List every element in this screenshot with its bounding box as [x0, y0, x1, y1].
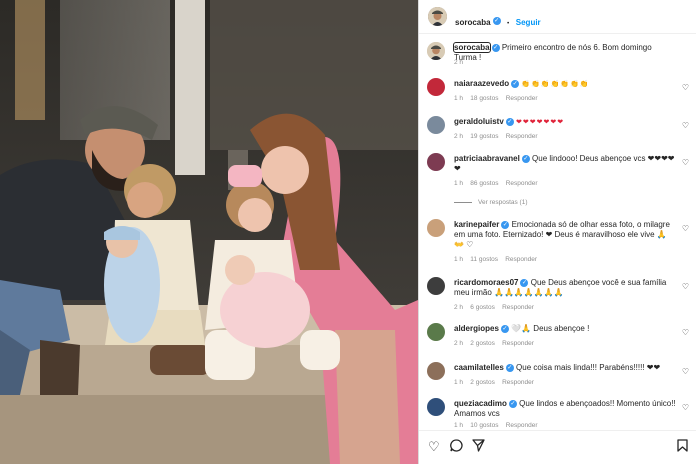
comment-likes[interactable]: 11 gostos — [470, 256, 498, 263]
verified-badge-icon: ✓ — [520, 278, 529, 287]
comment-likes[interactable]: 18 gostos — [470, 95, 498, 102]
comment-time: 1 h — [454, 256, 464, 263]
commenter-avatar[interactable] — [427, 277, 445, 295]
commenter-username[interactable]: aldergiopes — [454, 324, 499, 333]
family-photo-illustration — [0, 0, 418, 464]
post-actions: ♡ — [419, 430, 696, 464]
comment-meta: 2 h 2 gostos Responder — [454, 340, 534, 347]
follow-button[interactable]: Seguir — [516, 18, 541, 27]
comment-icon[interactable] — [450, 439, 463, 455]
comment-text: Que coisa mais linda!!! Parabéns!!!!! ❤❤ — [516, 363, 661, 372]
comment-meta: 2 h 6 gostos Responder — [454, 304, 534, 311]
divider-line — [454, 201, 472, 203]
verified-badge-icon: ✓ — [491, 43, 500, 52]
caption-username[interactable]: sorocaba — [453, 42, 491, 53]
comment-likes[interactable]: 2 gostos — [470, 340, 495, 347]
reply-button[interactable]: Responder — [506, 133, 538, 140]
post-photo[interactable] — [0, 0, 418, 464]
post-sidebar: sorocaba ✓ • Seguir sorocaba ✓ Primeiro en… — [418, 0, 696, 464]
like-heart-icon[interactable]: ♡ — [682, 83, 689, 92]
like-heart-icon[interactable]: ♡ — [682, 328, 689, 337]
commenter-avatar[interactable] — [427, 116, 445, 134]
like-heart-icon[interactable]: ♡ — [682, 158, 689, 167]
comment-time: 2 h — [454, 133, 464, 140]
verified-badge-icon: ✓ — [511, 79, 520, 88]
commenter-avatar[interactable] — [427, 398, 445, 416]
reply-button[interactable]: Responder — [502, 304, 534, 311]
comment-meta: 1 h 18 gostos Responder — [454, 95, 538, 102]
commenter-username[interactable]: ricardomoraes07 — [454, 278, 518, 287]
commenter-username[interactable]: naiaraazevedo — [454, 79, 509, 88]
comment-item: caamilatelles ✓ Que coisa mais linda!!! P… — [419, 362, 696, 392]
comment-item: ricardomoraes07 ✓ Que Deus abençoe você e… — [419, 277, 696, 315]
comment-meta: 1 h 86 gostos Responder — [454, 180, 538, 187]
comment-time: 1 h — [454, 95, 464, 102]
bookmark-icon[interactable] — [677, 439, 688, 455]
reply-button[interactable]: Responder — [506, 95, 538, 102]
reply-button[interactable]: Responder — [506, 180, 538, 187]
like-heart-icon[interactable]: ♡ — [682, 282, 689, 291]
view-replies-button[interactable]: Ver respostas (1) — [454, 199, 528, 206]
verified-badge-icon: ✓ — [492, 16, 501, 25]
comment-likes[interactable]: 86 gostos — [470, 180, 498, 187]
like-heart-icon[interactable]: ♡ — [682, 224, 689, 233]
comment-likes[interactable]: 10 gostos — [470, 422, 498, 429]
view-replies-label[interactable]: Ver respostas (1) — [478, 199, 528, 206]
comment-likes[interactable]: 2 gostos — [470, 379, 495, 386]
verified-badge-icon: ✓ — [505, 117, 514, 126]
post-header: sorocaba ✓ • Seguir — [419, 0, 696, 34]
header-separator: • — [507, 20, 510, 27]
reply-button[interactable]: Responder — [502, 340, 534, 347]
commenter-username[interactable]: caamilatelles — [454, 363, 504, 372]
comment-item: karinepaifer ✓ Emocionada só de olhar ess… — [419, 219, 696, 267]
comment-item: geraldoluistv ✓ ❤❤❤❤❤❤❤ 2 h 19 gostos Res… — [419, 116, 696, 146]
caption-avatar[interactable] — [427, 42, 445, 60]
comment-meta: 1 h 11 gostos Responder — [454, 256, 537, 263]
comment-time: 2 h — [454, 340, 464, 347]
commenter-username[interactable]: queziacadimo — [454, 399, 507, 408]
commenter-username[interactable]: karinepaifer — [454, 220, 499, 229]
comment-meta: 1 h 2 gostos Responder — [454, 379, 534, 386]
comment-time: 2 h — [454, 304, 464, 311]
comment-likes[interactable]: 6 gostos — [470, 304, 495, 311]
commenter-avatar[interactable] — [427, 362, 445, 380]
comment-time: 1 h — [454, 180, 464, 187]
header-line: sorocaba ✓ • Seguir — [455, 12, 541, 30]
commenter-username[interactable]: geraldoluistv — [454, 117, 504, 126]
comment-item: patriciaabravanel ✓ Que lindooo! Deus abe… — [419, 153, 696, 209]
verified-badge-icon: ✓ — [508, 399, 517, 408]
comment-time: 1 h — [454, 379, 464, 386]
verified-badge-icon: ✓ — [500, 324, 509, 333]
verified-badge-icon: ✓ — [501, 220, 510, 229]
comment-meta: 2 h 19 gostos Responder — [454, 133, 538, 140]
reply-button[interactable]: Responder — [505, 256, 537, 263]
commenter-avatar[interactable] — [427, 78, 445, 96]
commenter-username[interactable]: patriciaabravanel — [454, 154, 520, 163]
comment-text: ❤❤❤❤❤❤❤ — [516, 119, 565, 126]
author-username[interactable]: sorocaba — [455, 18, 491, 27]
verified-badge-icon: ✓ — [505, 363, 514, 372]
verified-badge-icon: ✓ — [521, 154, 530, 163]
comment-meta: 1 h 10 gostos Responder — [454, 422, 538, 429]
commenter-avatar[interactable] — [427, 219, 445, 237]
like-heart-icon[interactable]: ♡ — [682, 121, 689, 130]
heart-icon[interactable]: ♡ — [428, 439, 440, 455]
author-avatar[interactable] — [428, 7, 447, 26]
comment-item: queziacadimo ✓ Que lindos e abençoados!! … — [419, 398, 696, 430]
like-heart-icon[interactable]: ♡ — [682, 367, 689, 376]
like-heart-icon[interactable]: ♡ — [682, 403, 689, 412]
reply-button[interactable]: Responder — [502, 379, 534, 386]
commenter-avatar[interactable] — [427, 153, 445, 171]
share-icon[interactable] — [472, 439, 485, 455]
comment-likes[interactable]: 19 gostos — [470, 133, 498, 140]
comment-item: naiaraazevedo ✓ 👏👏👏👏👏👏👏 1 h 18 gostos Res… — [419, 78, 696, 108]
comment-item: aldergiopes ✓ 🤍🙏 Deus abençoe ! 2 h 2 gos… — [419, 323, 696, 353]
caption-time: 2 h — [454, 59, 464, 66]
commenter-avatar[interactable] — [427, 323, 445, 341]
comment-text: 🤍🙏 Deus abençoe ! — [511, 324, 590, 333]
post-caption: sorocaba ✓ Primeiro encontro de nós 6. Bo… — [419, 42, 696, 70]
comment-text: 👏👏👏👏👏👏👏 — [521, 81, 590, 88]
reply-button[interactable]: Responder — [506, 422, 538, 429]
comment-time: 1 h — [454, 422, 464, 429]
